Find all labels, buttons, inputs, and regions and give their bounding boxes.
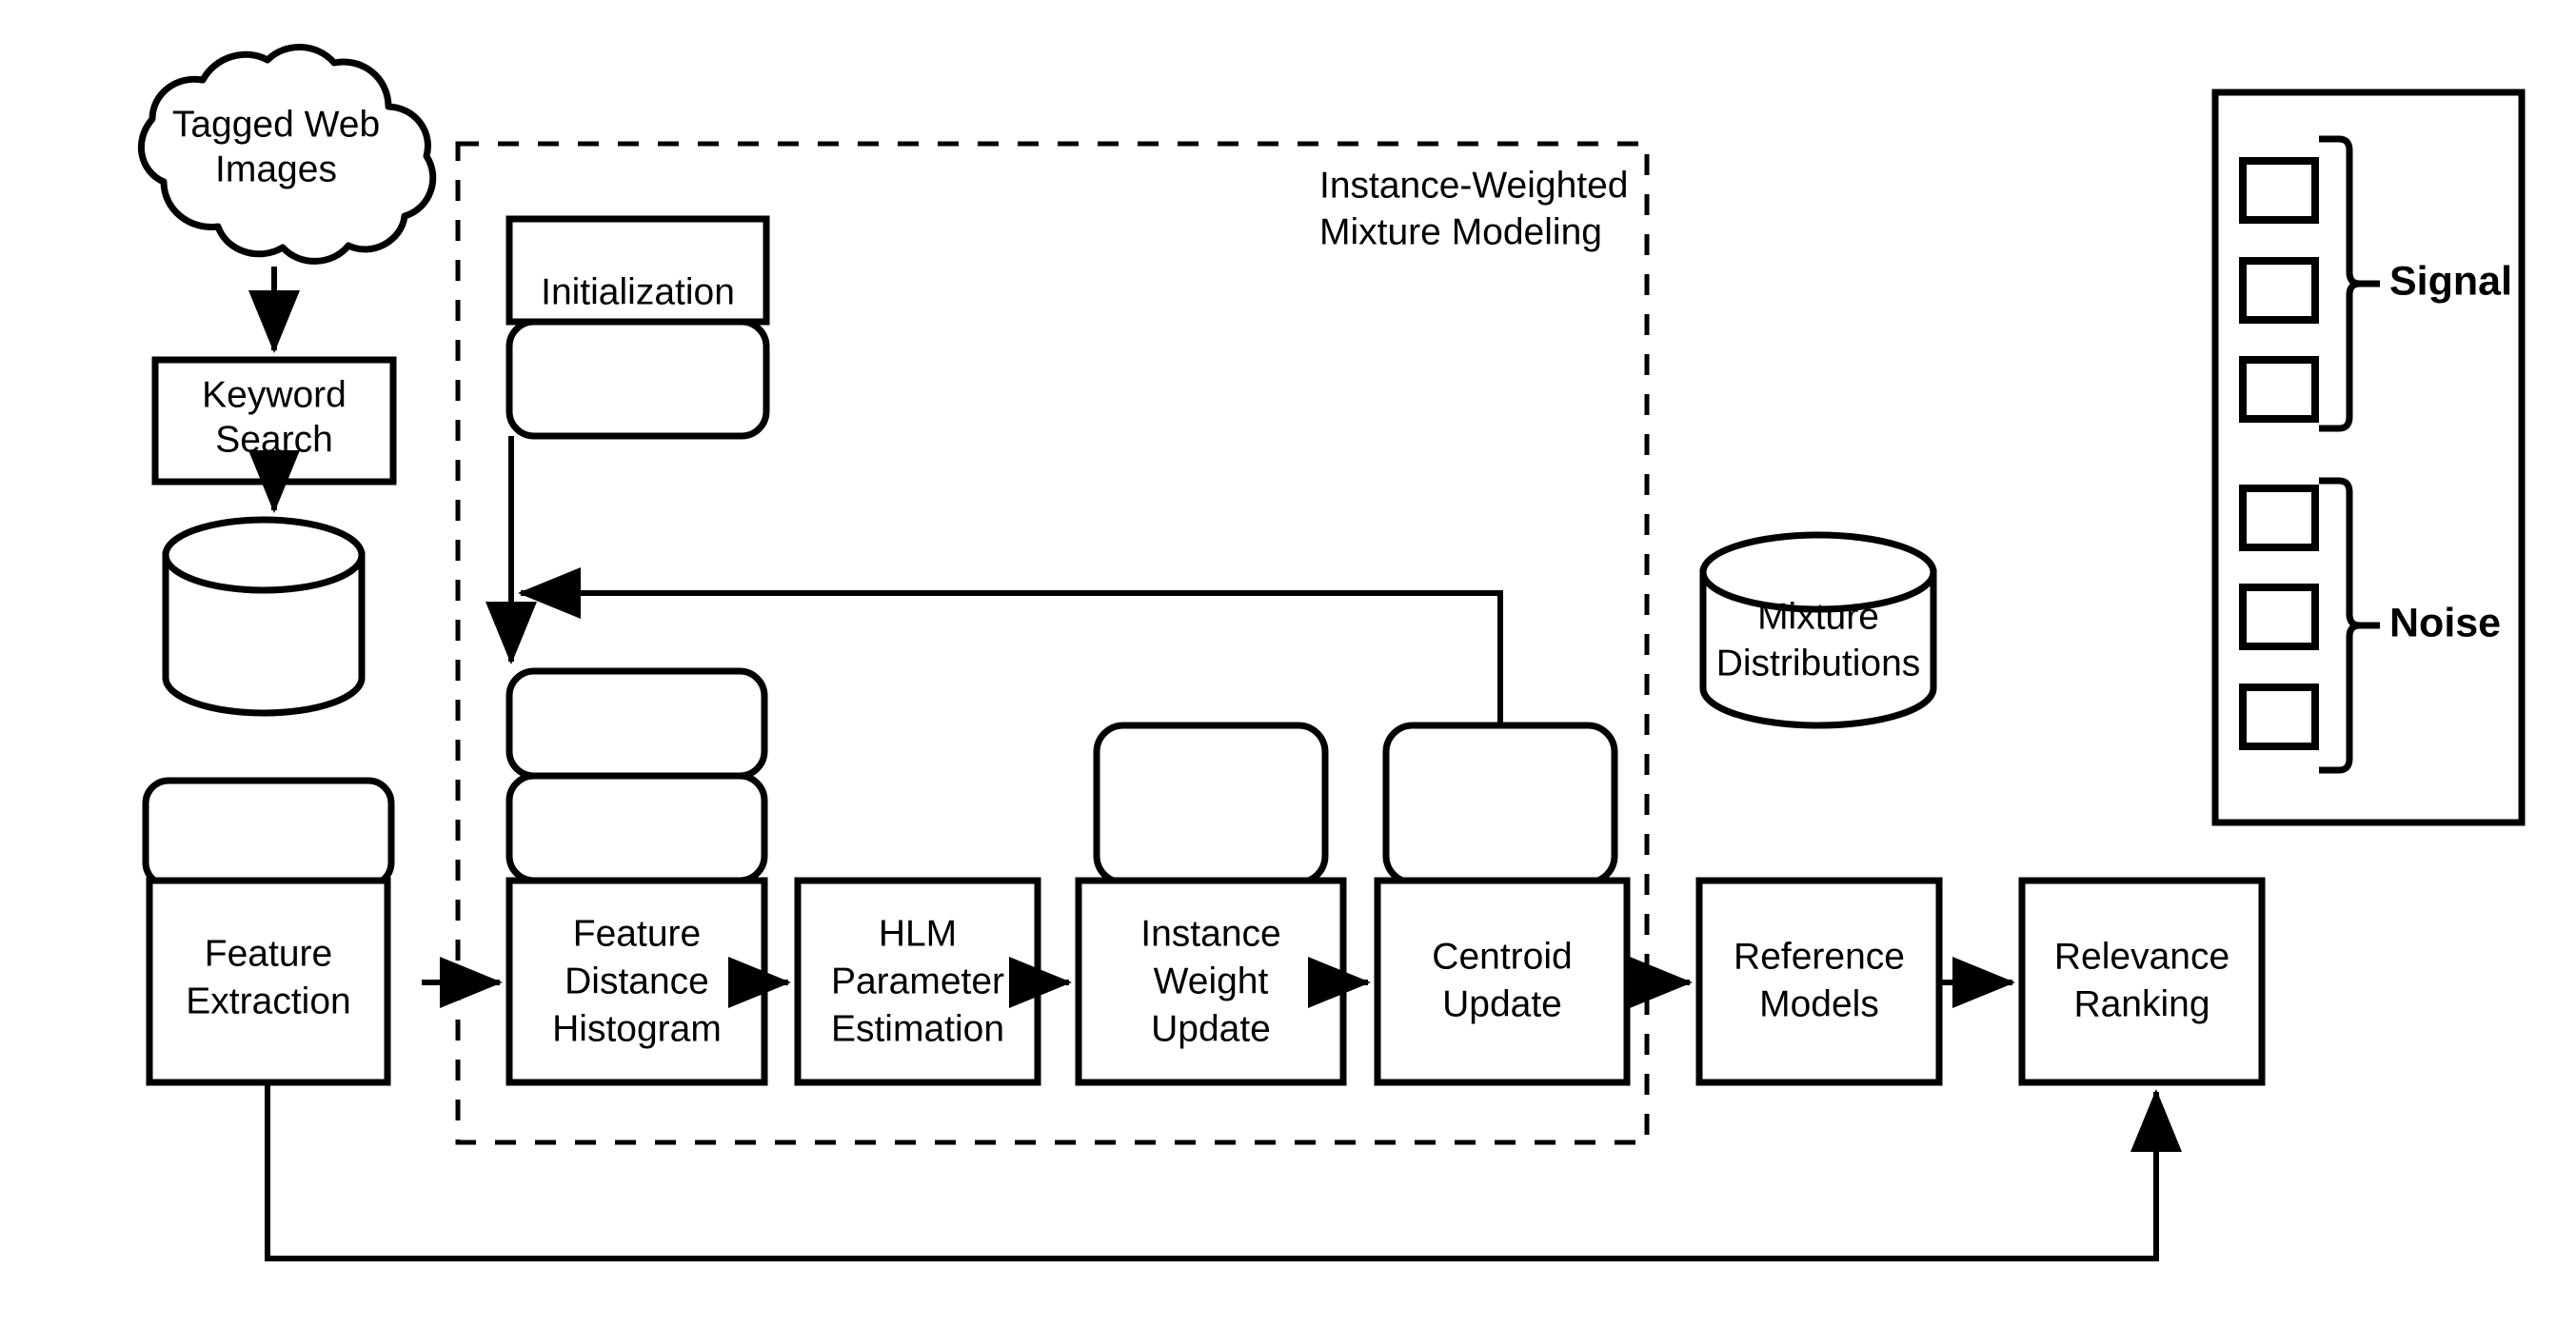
initialization-stack-card xyxy=(505,318,770,440)
relevance-ranking-label-line1: Relevance xyxy=(2054,936,2229,977)
initialization-label: Initialization xyxy=(541,271,735,312)
keyword-search-label-line2: Search xyxy=(215,419,333,460)
feature-extraction-stack-card xyxy=(142,777,395,889)
relevance-ranking-label-line2: Ranking xyxy=(2073,983,2209,1024)
legend-noise-item-1 xyxy=(2239,485,2319,551)
mixture-distributions-label-line1: Mixture xyxy=(1757,596,1879,637)
relevance-ranking-box xyxy=(2018,877,2266,1086)
centroid-update-box xyxy=(1374,877,1631,1086)
tagged-web-images-label-line1: Tagged Web xyxy=(172,104,380,145)
instance-weight-update-label-line2: Weight xyxy=(1154,961,1269,1001)
connector-feature-extraction-feedback xyxy=(265,1082,2182,1261)
legend-noise-label: Noise xyxy=(2389,600,2501,645)
instance-weight-update-label-line3: Update xyxy=(1151,1008,1271,1049)
keyword-search-label-line1: Keyword xyxy=(202,374,347,415)
hlm-parameter-estimation-label-line3: Estimation xyxy=(831,1008,1004,1049)
mixture-distributions-label-line2: Distributions xyxy=(1716,643,1921,684)
feature-distance-histogram-stack-card-bottom xyxy=(505,772,768,884)
instance-weight-update-label-line1: Instance xyxy=(1140,913,1280,954)
reference-models-box xyxy=(1695,877,1943,1086)
feature-distance-histogram-label-line1: Feature xyxy=(573,913,701,954)
hlm-parameter-estimation-label-line2: Parameter xyxy=(831,961,1004,1001)
diagram-root: Tagged Web Images Keyword Search Feature… xyxy=(0,0,2576,1328)
instance-weight-update-stack-card xyxy=(1093,722,1329,886)
tagged-web-images-label-line2: Images xyxy=(215,149,337,189)
feature-extraction-label-line2: Extraction xyxy=(186,981,350,1021)
legend-signal-label: Signal xyxy=(2389,258,2512,304)
centroid-update-label-line2: Update xyxy=(1442,983,1562,1024)
legend-noise-item-3 xyxy=(2239,684,2319,750)
legend-noise-item-2 xyxy=(2239,584,2319,650)
hlm-parameter-estimation-label-line1: HLM xyxy=(879,913,957,954)
feature-distance-histogram-stack-card-top xyxy=(505,667,768,780)
centroid-update-stack-card xyxy=(1382,722,1618,886)
group-box-label-line2: Mixture Modeling xyxy=(1319,211,1602,252)
legend-signal-item-2 xyxy=(2239,257,2319,324)
feature-extraction-label-line1: Feature xyxy=(205,933,332,974)
centroid-update-label-line1: Centroid xyxy=(1432,936,1572,977)
feature-distance-histogram-label-line2: Distance xyxy=(565,961,709,1001)
feature-distance-histogram-label-line3: Histogram xyxy=(552,1008,722,1049)
group-box-label-line1: Instance-Weighted xyxy=(1319,165,1628,206)
legend-signal-item-1 xyxy=(2239,157,2319,224)
reference-models-label-line1: Reference xyxy=(1734,936,1905,977)
reference-models-label-line2: Models xyxy=(1759,983,1879,1024)
image-database-cylinder xyxy=(162,516,366,717)
diagram-canvas: Tagged Web Images Keyword Search Feature… xyxy=(137,44,2526,1261)
legend-signal-item-3 xyxy=(2239,356,2319,423)
